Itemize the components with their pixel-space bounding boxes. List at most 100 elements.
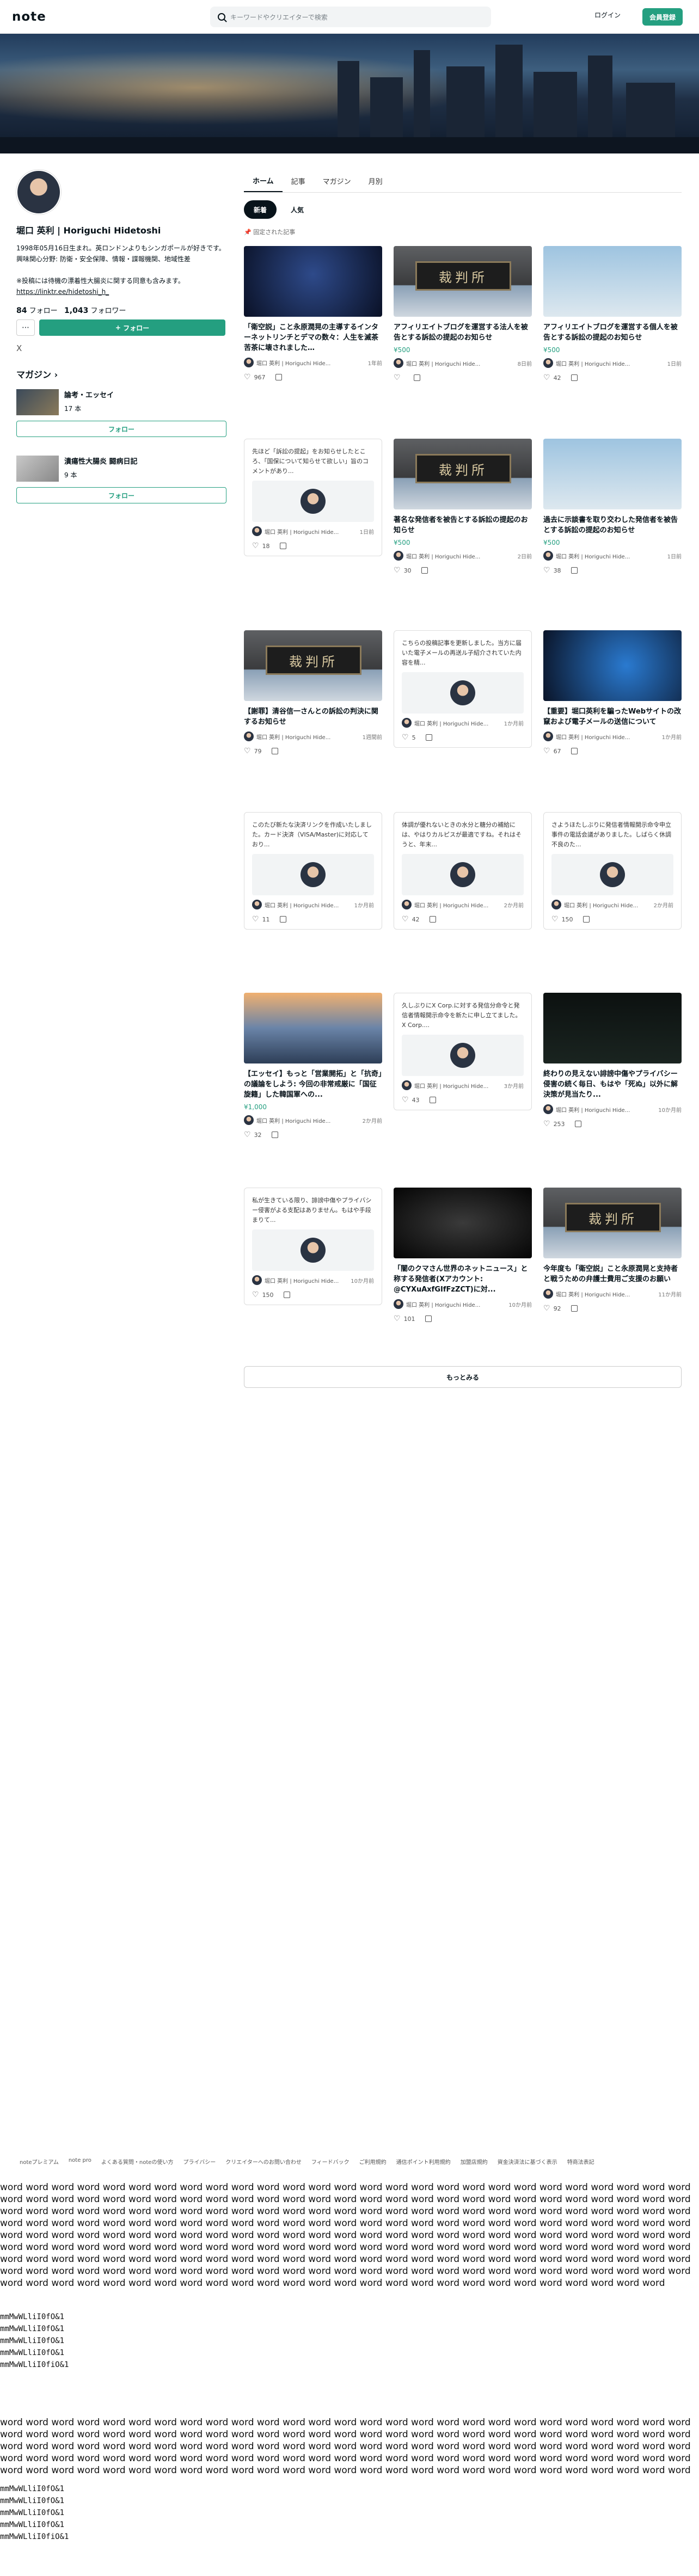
article-author[interactable]: 堀口 英利 | Horiguchi Hide... 1か月前 (543, 731, 682, 741)
bookmark-icon[interactable] (571, 1305, 578, 1312)
search-input[interactable]: キーワードやクリエイターで検索 (210, 7, 491, 27)
bookmark-icon[interactable] (279, 916, 286, 923)
article-author[interactable]: 堀口 英利 | Horiguchi Hide... 2日前 (394, 551, 532, 561)
article-title[interactable]: 【謝罪】清谷信一さんとの訴訟の判決に関するお知らせ (244, 706, 382, 727)
magazine-item[interactable]: 潰瘍性大腸炎 闘病日記 9 本 (16, 456, 228, 482)
article-author[interactable]: 堀口 英利 | Horiguchi Hide... 1週間前 (244, 731, 382, 741)
text-post-card[interactable]: このたび新たな決済リンクを作成いたしました。カード決済（VISA/Master)… (244, 812, 382, 930)
article-card[interactable]: 著名な発信者を被告とする訴訟の提起のお知らせ ¥500 堀口 英利 | Hori… (394, 439, 532, 575)
article-thumbnail[interactable] (543, 439, 682, 509)
bookmark-icon[interactable] (425, 734, 432, 741)
article-card[interactable]: 「闇のクマさん世界のネットニュース」と称する発信者(Xアカウント: @CYXuA… (394, 1188, 532, 1323)
article-author[interactable]: 堀口 英利 | Horiguchi Hide... 1か月前 (402, 718, 524, 728)
text-post-card[interactable]: こちらの投稿記事を更新しました。当方に届いた電子メールの再送ル子紹介されていた内… (394, 630, 532, 748)
heart-icon[interactable]: ♡ (394, 566, 401, 575)
heart-icon[interactable]: ♡ (394, 373, 401, 382)
article-card[interactable]: 【重要】堀口英利を騙ったWebサイトの改竄および電子メールの送信について 堀口 … (543, 630, 682, 755)
article-author[interactable]: 堀口 英利 | Horiguchi Hide... 8日前 (394, 358, 532, 368)
article-card[interactable]: アフィリエイトブログを運営する法人を被告とする訴訟の提起のお知らせ ¥500 堀… (394, 246, 532, 382)
article-title[interactable]: 【エッセイ】もっと「営業開拓」と「抗奇」の議論をしよう: 今回の非常戒厳に「国征… (244, 1069, 382, 1100)
article-title[interactable]: 過去に示談書を取り交わした発信者を被告とする訴訟の提起のお知らせ (543, 515, 682, 536)
bookmark-icon[interactable] (421, 567, 428, 574)
tab-articles[interactable]: 記事 (283, 170, 314, 192)
article-author[interactable]: 堀口 英利 | Horiguchi Hide... 1日前 (543, 551, 682, 561)
text-post-card[interactable]: 私が生きている限り、誹謗中傷やプライバシー侵害がよる支配はありません。もはや手段… (244, 1188, 382, 1305)
bookmark-icon[interactable] (283, 1292, 290, 1298)
magazine-follow-button[interactable]: フォロー (16, 421, 226, 437)
article-author[interactable]: 堀口 英利 | Horiguchi Hide... 1か月前 (252, 900, 374, 909)
heart-icon[interactable]: ♡ (252, 1290, 259, 1299)
article-title[interactable]: 著名な発信者を被告とする訴訟の提起のお知らせ (394, 515, 532, 536)
magazine-follow-button[interactable]: フォロー (16, 487, 226, 503)
text-post-card[interactable]: 先ほど「訴訟の提起」をお知らせしたところ、「国保について知らせて欲しい」旨のコメ… (244, 439, 382, 556)
article-title[interactable]: 今年度も「衛空説」こと永原潤晃と支持者と戦うための弁護士費用ご支援のお願い (543, 1264, 682, 1284)
article-thumbnail[interactable] (244, 993, 382, 1063)
bookmark-icon[interactable] (429, 916, 436, 923)
follow-count[interactable]: 84 (16, 306, 27, 315)
text-post-card[interactable]: さようほたしぶりに発信者情報開示命令申立事件の電話会議がありました。しばらく休調… (543, 812, 682, 930)
footer-link[interactable]: ご利用規約 (359, 2157, 387, 2166)
article-author[interactable]: 堀口 英利 | Horiguchi Hide... 2か月前 (551, 900, 673, 909)
article-title[interactable]: 【重要】堀口英利を騙ったWebサイトの改竄および電子メールの送信について (543, 706, 682, 727)
bookmark-icon[interactable] (275, 374, 282, 380)
bookmark-icon[interactable] (574, 1121, 581, 1127)
article-thumbnail[interactable] (543, 1188, 682, 1258)
magazine-item[interactable]: 論考・エッセイ 17 本 (16, 389, 228, 415)
bookmark-icon[interactable] (582, 916, 590, 923)
follow-button[interactable]: + フォロー (39, 319, 225, 336)
heart-icon[interactable]: ♡ (252, 542, 259, 550)
footer-link[interactable]: noteプレミアム (20, 2157, 59, 2166)
heart-icon[interactable]: ♡ (543, 747, 550, 755)
article-card[interactable]: 【エッセイ】もっと「営業開拓」と「抗奇」の議論をしよう: 今回の非常戒厳に「国征… (244, 993, 382, 1139)
footer-link[interactable]: クリエイターへのお問い合わせ (225, 2157, 302, 2166)
footer-link[interactable]: プライバシー (183, 2157, 216, 2166)
ellipsis-icon[interactable]: ⋯ (16, 319, 35, 336)
footer-link[interactable]: 通信ポイント利用規約 (396, 2157, 451, 2166)
bookmark-icon[interactable] (279, 543, 286, 549)
heart-icon[interactable]: ♡ (402, 915, 409, 924)
heart-icon[interactable]: ♡ (244, 747, 251, 755)
article-title[interactable]: 終わりの見えない誹謗中傷やプライバシー侵害の続く毎日、もはや「死ぬ」以外に解決策… (543, 1069, 682, 1100)
heart-icon[interactable]: ♡ (543, 1304, 550, 1313)
x-icon[interactable]: X (16, 343, 228, 353)
article-card[interactable]: アフィリエイトブログを運営する個人を被告とする訴訟の提起のお知らせ ¥500 堀… (543, 246, 682, 382)
bookmark-icon[interactable] (271, 748, 278, 754)
bookmark-icon[interactable] (571, 374, 578, 381)
article-card[interactable]: 過去に示談書を取り交わした発信者を被告とする訴訟の提起のお知らせ ¥500 堀口… (543, 439, 682, 575)
article-author[interactable]: 堀口 英利 | Horiguchi Hide... 3か月前 (402, 1080, 524, 1090)
heart-icon[interactable]: ♡ (543, 1120, 550, 1128)
article-author[interactable]: 堀口 英利 | Horiguchi Hide... 2か月前 (402, 900, 524, 909)
heart-icon[interactable]: ♡ (551, 915, 559, 924)
article-author[interactable]: 堀口 英利 | Horiguchi Hide... 1日前 (543, 358, 682, 368)
footer-link[interactable]: 特商法表記 (567, 2157, 594, 2166)
profile-link[interactable]: https://linktr.ee/hidetoshi_h_ (16, 288, 109, 296)
signup-button[interactable]: 会員登録 (642, 8, 683, 26)
article-author[interactable]: 堀口 英利 | Horiguchi Hide... 2か月前 (244, 1115, 382, 1125)
bookmark-icon[interactable] (271, 1132, 278, 1138)
article-thumbnail[interactable] (394, 1188, 532, 1258)
heart-icon[interactable]: ♡ (244, 1130, 251, 1139)
footer-link[interactable]: 資金決済法に基づく表示 (498, 2157, 557, 2166)
login-link[interactable]: ログイン (594, 10, 621, 20)
article-thumbnail[interactable] (543, 630, 682, 701)
article-thumbnail[interactable] (394, 439, 532, 509)
text-post-card[interactable]: 久しぶりにX Corp.に対する発信分命令と発信者情報開示命令を新たに申し立てま… (394, 993, 532, 1110)
bookmark-icon[interactable] (571, 567, 578, 574)
footer-link[interactable]: note pro (69, 2157, 91, 2166)
follower-count[interactable]: 1,043 (64, 306, 88, 315)
pill-popular[interactable]: 人気 (281, 200, 314, 219)
article-title[interactable]: アフィリエイトブログを運営する法人を被告とする訴訟の提起のお知らせ (394, 322, 532, 343)
article-thumbnail[interactable] (394, 246, 532, 317)
article-author[interactable]: 堀口 英利 | Horiguchi Hide... 1日前 (252, 526, 374, 536)
footer-link[interactable]: フィードバック (311, 2157, 350, 2166)
heart-icon[interactable]: ♡ (244, 373, 251, 382)
tab-monthly[interactable]: 月別 (360, 170, 391, 192)
show-more-button[interactable]: もっとみる (244, 1366, 682, 1388)
text-post-card[interactable]: 体調が優れないときの水分と糖分の補給には、やはりカルピスが最適ですね。それはそう… (394, 812, 532, 930)
article-author[interactable]: 堀口 英利 | Horiguchi Hide... 10か月前 (252, 1275, 374, 1285)
article-thumbnail[interactable] (244, 630, 382, 701)
tab-home[interactable]: ホーム (244, 170, 283, 192)
article-thumbnail[interactable] (244, 246, 382, 317)
heart-icon[interactable]: ♡ (543, 373, 550, 382)
article-author[interactable]: 堀口 英利 | Horiguchi Hide... 10か月前 (543, 1104, 682, 1114)
